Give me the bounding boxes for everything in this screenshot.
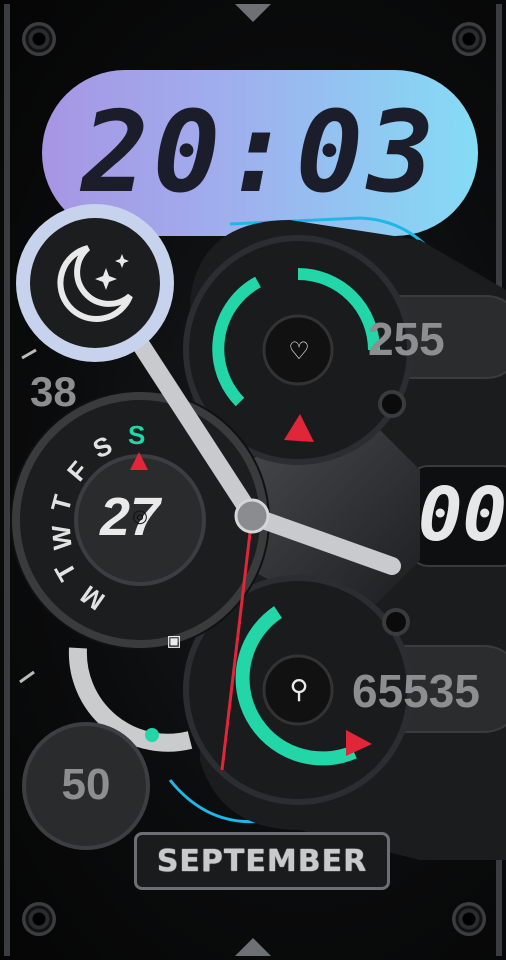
weekday-pointer — [130, 452, 148, 470]
target-icon: ◎ — [132, 506, 148, 526]
bottom-dial[interactable]: 50 — [22, 722, 150, 850]
weekday-letter: W — [45, 524, 78, 552]
moon-stars-icon — [30, 218, 160, 348]
weekday-letter: S — [128, 420, 146, 450]
heart-rate-icon: ♡ — [288, 337, 310, 365]
night-mode-button[interactable] — [16, 204, 174, 362]
watch-face: 20:03 ♡ 255 ⚲ 65535 00 38 S S F T W T M … — [0, 0, 506, 960]
month-label[interactable]: SEPTEMBER — [134, 832, 390, 890]
bottom-dial-value: 50 — [61, 760, 111, 809]
heart-rate-value[interactable]: 255 — [368, 312, 445, 366]
steps-value[interactable]: 65535 — [352, 664, 480, 718]
steps-walker-icon: ⚲ — [289, 673, 309, 704]
battery-value[interactable]: 38 — [30, 368, 77, 416]
seconds-value: 00 — [418, 472, 506, 558]
